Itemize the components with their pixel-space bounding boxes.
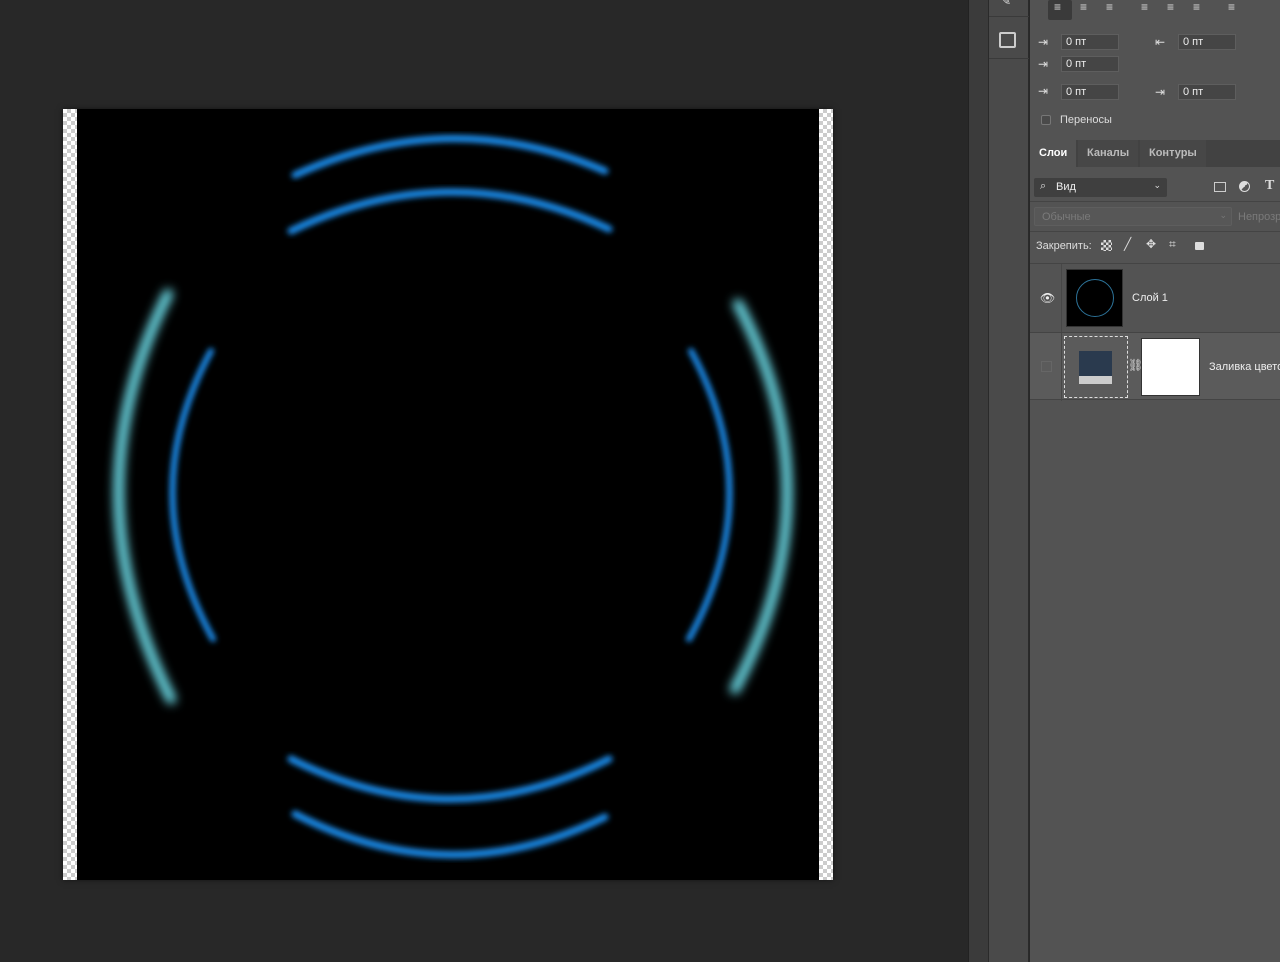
indent-right-icon: ⇤ [1155,35,1166,49]
align-left-icon[interactable]: ≡ [1054,0,1061,14]
space-after-icon: ⇥ [1155,85,1166,99]
chevron-down-icon: ⌄ [1219,210,1227,220]
arc-top-outer [291,134,609,179]
justify-last-right-icon[interactable]: ≡ [1193,0,1200,14]
opacity-label: Непрозр [1238,211,1280,223]
space-after-input[interactable]: 0 пт [1178,84,1236,100]
align-center-icon[interactable]: ≡ [1080,0,1087,14]
indent-left-icon: ⇥ [1038,35,1049,49]
panel-gutter [968,0,988,962]
justify-last-center-icon[interactable]: ≡ [1167,0,1174,14]
eye-icon[interactable]: 👁 [1040,291,1055,305]
space-before-input[interactable]: 0 пт [1061,84,1119,100]
arc-bottom-outer [291,810,609,859]
tab-paths[interactable]: Контуры [1140,140,1206,167]
space-before-icon: ⇥ [1038,84,1049,98]
lock-transparent-pixels-icon[interactable] [1101,240,1112,251]
justify-all-icon[interactable]: ≡ [1228,0,1235,14]
indent-right-input[interactable]: 0 пт [1178,34,1236,50]
document-canvas[interactable] [63,109,833,880]
arc-left-inner [169,348,216,642]
layer-filter-dropdown[interactable]: ⌕ Вид ⌄ [1034,178,1167,197]
align-right-icon[interactable]: ≡ [1106,0,1113,14]
arc-right-outer [730,299,793,694]
blend-mode-value: Обычные [1042,211,1091,223]
tab-channels[interactable]: Каналы [1078,140,1139,167]
hyphenate-checkbox[interactable] [1041,115,1051,125]
arc-left-outer [113,289,176,704]
right-panel: ≡ ≡ ≡ ≡ ≡ ≡ ≡ ⇥ 0 пт ⇤ 0 пт ⇥ 0 пт ⇥ 0 п… [1030,0,1280,962]
layer-row-layer1[interactable]: 👁 Слой 1 [1030,263,1280,332]
blend-mode-dropdown[interactable]: Обычные ⌄ [1034,207,1232,226]
brush-settings-icon[interactable]: ✎ [1001,0,1011,8]
indent-first-line-input[interactable]: 0 пт [1061,56,1119,72]
fill-layer-thumbnail [1064,336,1128,398]
lock-position-icon[interactable]: ✥ [1146,237,1156,251]
layer-name[interactable]: Заливка цвето [1209,361,1280,373]
indent-left-input[interactable]: 0 пт [1061,34,1119,50]
arc-bottom-inner [287,755,613,803]
filter-adjustment-layer-icon[interactable] [1239,181,1250,192]
filter-pixel-layer-icon[interactable] [1214,182,1226,192]
arc-right-inner [686,348,733,642]
chevron-down-icon: ⌄ [1153,180,1161,190]
panel-icon-dock: ✎ [988,0,1029,962]
lock-all-icon[interactable] [1195,242,1204,250]
indent-first-line-icon: ⇥ [1038,57,1049,71]
layer-filter-label: Вид [1056,181,1076,193]
lock-image-pixels-icon[interactable]: ╱ [1124,237,1131,251]
layer-name[interactable]: Слой 1 [1132,292,1168,304]
justify-last-left-icon[interactable]: ≡ [1141,0,1148,14]
visibility-toggle-empty[interactable] [1041,361,1052,372]
layer-row-color-fill[interactable]: ⛓ Заливка цвето [1030,332,1280,401]
lock-label: Закрепить: [1036,240,1092,252]
layer-mask-thumbnail [1141,338,1200,396]
layer-thumbnail [1066,269,1123,327]
paragraph-styles-icon[interactable] [999,32,1016,48]
lock-artboard-icon[interactable]: ⌗ [1169,237,1176,252]
tab-layers[interactable]: Слои [1030,140,1077,167]
filter-type-layer-icon[interactable]: T [1265,178,1274,194]
hyphenate-label: Переносы [1060,114,1112,126]
glow-rings-artwork [113,134,793,859]
arc-top-inner [287,188,613,235]
search-icon: ⌕ [1040,180,1047,192]
